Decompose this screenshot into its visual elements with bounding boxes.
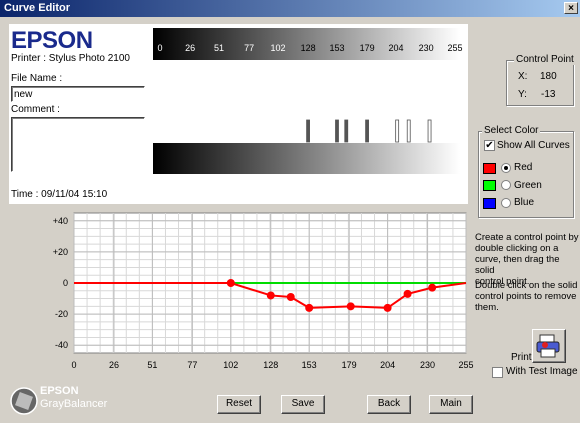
control-point-marker[interactable] xyxy=(286,293,295,301)
footer-epson: EPSON xyxy=(40,385,79,397)
footer-graybalancer: GrayBalancer xyxy=(40,398,108,410)
curve-chart[interactable]: 0 26 51 77 102 128 153 179 204 230 255 +40 +20 0 -20 -4… xyxy=(0,0,580,423)
print-label: Print xyxy=(511,352,532,363)
x-tick-label: 77 xyxy=(187,360,197,370)
control-point-marker[interactable] xyxy=(266,291,275,300)
x-tick-label: 0 xyxy=(71,360,76,370)
y-tick-label: -40 xyxy=(55,340,68,350)
x-tick-label: 179 xyxy=(342,360,357,370)
control-point-marker[interactable] xyxy=(346,302,355,311)
x-tick-label: 102 xyxy=(223,360,238,370)
control-point-marker[interactable] xyxy=(305,303,314,312)
x-tick-label: 255 xyxy=(458,360,473,370)
with-test-image-checkbox[interactable] xyxy=(492,367,503,378)
control-point-marker[interactable] xyxy=(428,283,437,292)
x-tick-label: 26 xyxy=(109,360,119,370)
print-button[interactable] xyxy=(532,329,566,363)
graybalancer-logo-icon xyxy=(10,387,38,415)
x-tick-label: 51 xyxy=(147,360,157,370)
y-tick-label: +40 xyxy=(53,216,68,226)
save-button[interactable]: Save xyxy=(281,395,325,414)
control-point-marker[interactable] xyxy=(383,303,392,312)
y-tick-label: +20 xyxy=(53,247,68,257)
control-point-marker[interactable] xyxy=(226,279,235,287)
y-tick-label: -20 xyxy=(55,309,68,319)
x-tick-label: 204 xyxy=(380,360,395,370)
y-tick-label: 0 xyxy=(63,278,68,288)
with-test-image-label: With Test Image xyxy=(506,366,578,377)
x-tick-label: 128 xyxy=(263,360,278,370)
control-point-marker[interactable] xyxy=(403,289,412,298)
reset-button[interactable]: Reset xyxy=(217,395,261,414)
printer-icon xyxy=(536,334,560,358)
x-tick-label: 153 xyxy=(302,360,317,370)
x-tick-label: 230 xyxy=(420,360,435,370)
main-button[interactable]: Main xyxy=(429,395,473,414)
back-button[interactable]: Back xyxy=(367,395,411,414)
